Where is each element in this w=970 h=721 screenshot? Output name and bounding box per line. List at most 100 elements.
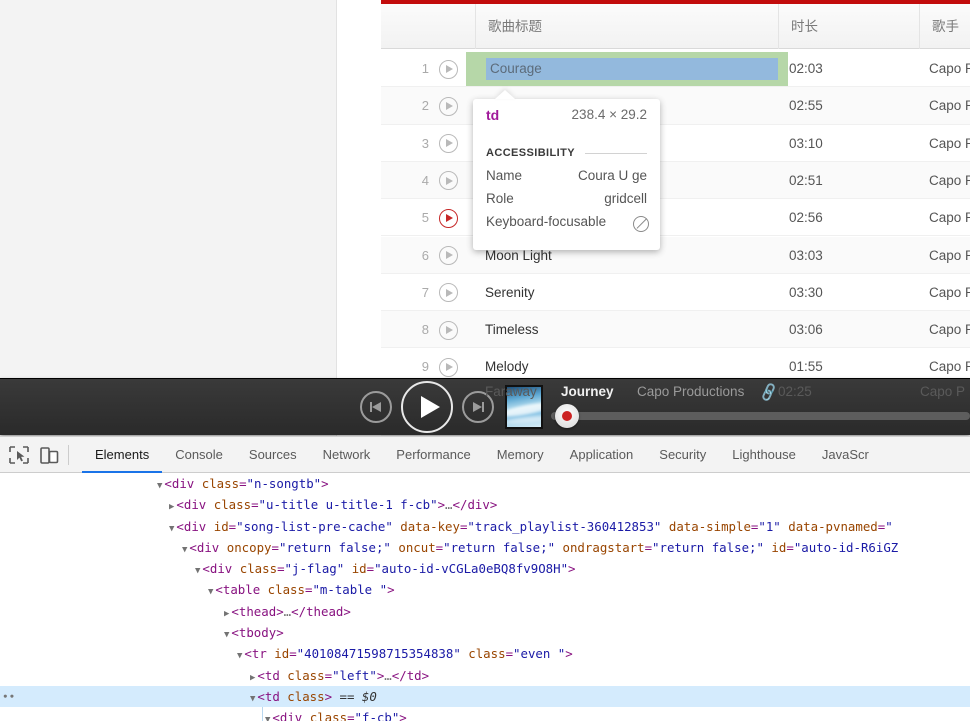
tab-lighthouse[interactable]: Lighthouse [719, 437, 809, 473]
device-toolbar-icon[interactable] [38, 445, 60, 465]
row-artist[interactable]: Capo P [919, 237, 970, 274]
table-header-row: 歌曲标题 时长 歌手 [381, 4, 970, 49]
row-play-cell[interactable] [439, 274, 475, 311]
tab-console[interactable]: Console [162, 437, 236, 473]
devtools-tab-bar: Elements Console Sources Network Performance… [82, 437, 882, 473]
row-artist[interactable]: Capo P [919, 50, 970, 87]
play-icon[interactable] [439, 96, 458, 116]
inspect-element-icon[interactable] [8, 445, 30, 465]
row-duration: 03:06 [789, 322, 823, 338]
dom-node-markup: <td class="left">…</td> [257, 667, 430, 683]
chevron-right-icon[interactable] [224, 609, 229, 619]
row-artist[interactable]: Capo P [919, 311, 970, 348]
tab-javascr[interactable]: JavaScr [809, 437, 882, 473]
chevron-down-icon[interactable] [265, 715, 270, 721]
dom-node[interactable]: <div class="u-title u-title-1 f-cb">…</d… [0, 494, 970, 515]
webpage-viewport: 歌曲标题 时长 歌手 1 Courage 02:03 Capo P 2 02:55 Capo… [0, 0, 970, 436]
row-index: 5 [421, 210, 429, 226]
row-play-cell[interactable] [439, 348, 475, 380]
tab-performance[interactable]: Performance [383, 437, 483, 473]
dom-node[interactable]: <tbody> [0, 622, 970, 643]
dom-node-markup: <div class="u-title u-title-1 f-cb">…</d… [176, 497, 498, 513]
dom-node[interactable]: <table class="m-table "> [0, 579, 970, 600]
row-artist[interactable]: Capo P [919, 125, 970, 162]
playback-progress-handle[interactable] [555, 404, 579, 428]
tooltip-value-name: Coura U ge [577, 168, 647, 183]
dom-node[interactable]: <div class="j-flag" id="auto-id-vCGLa0eB… [0, 558, 970, 579]
chevron-down-icon[interactable] [208, 587, 213, 597]
tab-network[interactable]: Network [310, 437, 384, 473]
row-artist[interactable]: Capo P [919, 87, 970, 124]
row-title[interactable]: Serenity [485, 274, 775, 311]
dom-node[interactable]: <td class="left">…</td> [0, 665, 970, 686]
column-header-title[interactable]: 歌曲标题 [475, 4, 778, 49]
tab-sources[interactable]: Sources [236, 437, 310, 473]
row-play-cell[interactable] [439, 125, 475, 162]
chevron-down-icon[interactable] [250, 694, 255, 704]
dom-node[interactable]: <div class="n-songtb"> [0, 473, 970, 494]
playback-progress-bar[interactable] [551, 412, 970, 420]
dom-node[interactable]: <div id="song-list-pre-cache" data-key="… [0, 516, 970, 537]
table-row[interactable]: 3 03:10 Capo P [381, 124, 970, 162]
prev-icon-triangle [372, 402, 381, 412]
table-row[interactable]: 5 02:56 Capo P [381, 199, 970, 237]
highlighted-cell-text: Courage [490, 61, 542, 76]
table-row[interactable]: 4 02:51 Capo P [381, 161, 970, 200]
tab-memory[interactable]: Memory [484, 437, 557, 473]
row-artist[interactable]: Capo P [919, 162, 970, 199]
dom-node-markup: <div id="song-list-pre-cache" data-key="… [176, 518, 893, 534]
tab-security[interactable]: Security [646, 437, 719, 473]
play-icon[interactable] [439, 59, 458, 79]
chevron-down-icon[interactable] [237, 651, 242, 661]
now-playing-title: Journey [561, 384, 614, 399]
row-title[interactable]: Timeless [485, 311, 775, 348]
tab-elements[interactable]: Elements [82, 437, 163, 473]
row-play-cell[interactable] [439, 199, 475, 236]
column-header-duration[interactable]: 时长 [778, 4, 919, 49]
chevron-down-icon[interactable] [195, 566, 200, 576]
chevron-down-icon[interactable] [182, 545, 187, 555]
row-artist[interactable]: Capo P [919, 348, 970, 380]
row-play-cell[interactable] [439, 311, 475, 348]
table-row[interactable]: 7 Serenity 03:30 Capo P [381, 273, 970, 312]
dom-tree-view[interactable]: <div class="n-songtb"> <div class="u-titl… [0, 473, 970, 721]
tooltip-divider [585, 153, 647, 154]
play-icon[interactable] [439, 171, 458, 191]
row-play-cell[interactable] [439, 87, 475, 124]
dom-node[interactable]: <tr id="40108471598715354838" class="eve… [0, 643, 970, 664]
column-header-index[interactable] [381, 4, 475, 49]
dom-node-markup: <thead>…</thead> [231, 603, 351, 619]
table-row[interactable]: 8 Timeless 03:06 Capo P [381, 311, 970, 349]
tab-application[interactable]: Application [557, 437, 647, 473]
row-play-cell[interactable] [439, 237, 475, 274]
devtools-panel: Elements Console Sources Network Performance… [0, 436, 970, 721]
chevron-down-icon[interactable] [157, 481, 162, 491]
dom-node-markup: <table class="m-table "> [215, 582, 395, 598]
play-icon[interactable] [439, 246, 458, 265]
row-title[interactable]: Melody [485, 348, 775, 380]
table-row[interactable]: 2 02:55 Capo P [381, 87, 970, 125]
previous-track-button[interactable] [360, 391, 392, 423]
dom-indent-guide [262, 707, 263, 721]
column-header-artist[interactable]: 歌手 [919, 4, 970, 49]
play-icon[interactable] [439, 357, 458, 377]
row-artist[interactable]: Capo P [919, 199, 970, 236]
table-row[interactable]: 9 Melody 01:55 Capo P [381, 348, 970, 380]
play-icon[interactable] [439, 134, 458, 154]
chevron-right-icon[interactable] [169, 502, 174, 512]
play-icon[interactable] [439, 283, 458, 303]
chevron-down-icon[interactable] [224, 630, 229, 640]
dom-node[interactable]: <div class="f-cb"> [0, 707, 970, 721]
chevron-down-icon[interactable] [169, 524, 174, 534]
row-artist[interactable]: Capo P [919, 274, 970, 311]
play-icon[interactable] [439, 208, 458, 228]
devtools-toolbar: Elements Console Sources Network Performance… [0, 437, 970, 473]
row-play-cell[interactable] [439, 162, 475, 199]
dom-node-selected[interactable]: ∙∙ <td class> == $0 [0, 685, 970, 708]
play-button[interactable] [401, 381, 453, 433]
dom-node[interactable]: <thead>…</thead> [0, 601, 970, 622]
chevron-right-icon[interactable] [250, 673, 255, 683]
dom-node[interactable]: <div oncopy="return false;" oncut="retur… [0, 537, 970, 558]
table-row[interactable]: 6 Moon Light 03:03 Capo P [381, 236, 970, 274]
play-icon[interactable] [439, 320, 458, 340]
